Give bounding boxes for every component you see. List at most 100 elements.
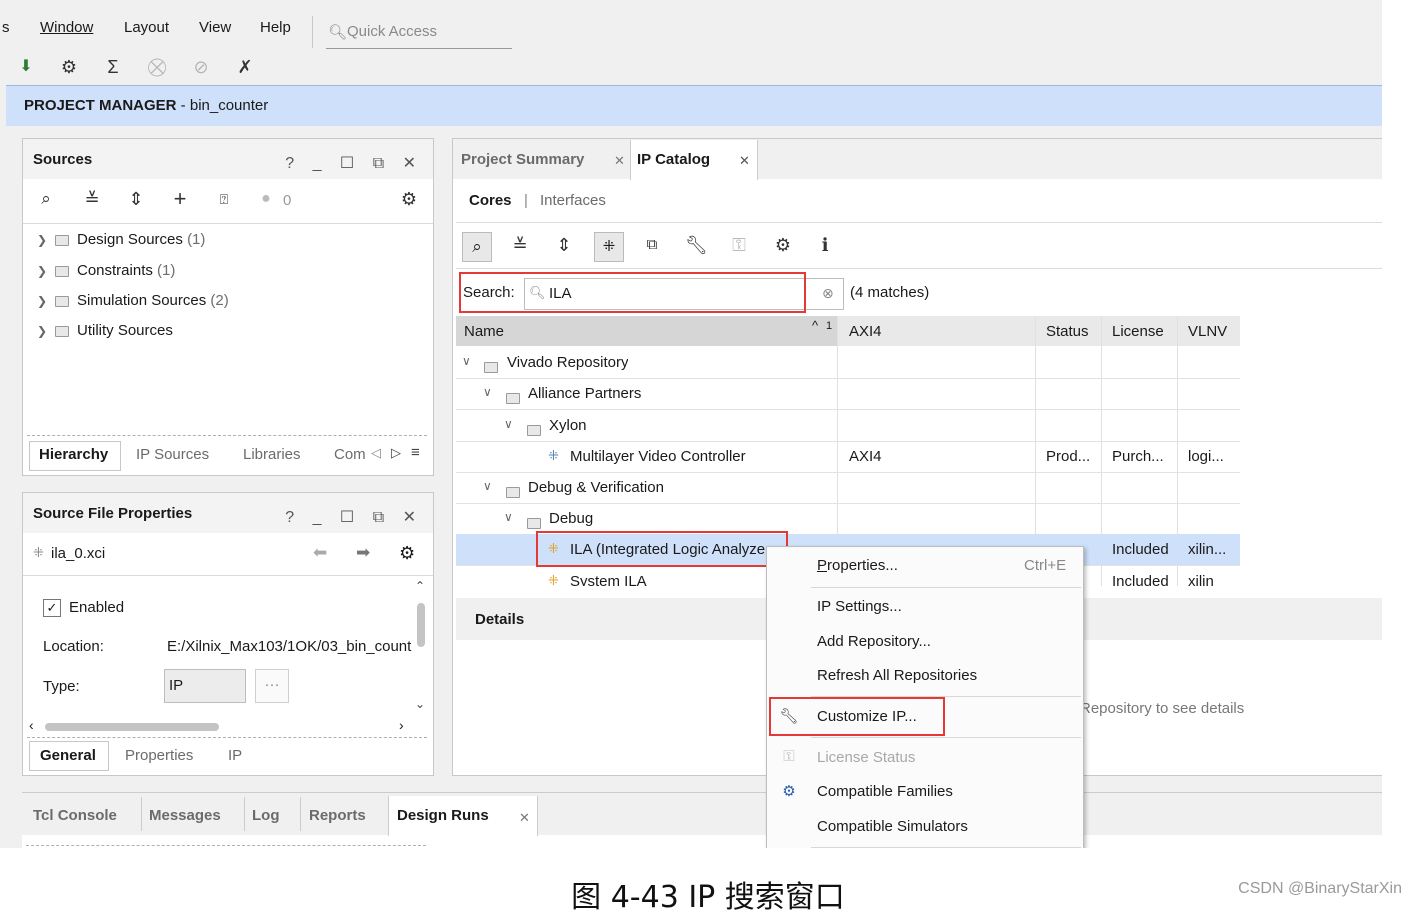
sigma-icon[interactable]: Σ <box>102 56 124 78</box>
add-icon[interactable]: + <box>169 188 191 210</box>
tree-item-constraints[interactable]: ❯ Constraints (1) <box>37 262 175 292</box>
settings-gear-icon[interactable]: ⚙ <box>399 543 415 564</box>
menu-layout[interactable]: Layout <box>124 19 169 36</box>
menu-item-cut[interactable]: s <box>2 19 10 36</box>
expand-all-icon[interactable]: ⇕ <box>553 234 575 256</box>
cross-tool-icon[interactable]: ✗ <box>234 56 256 78</box>
scroll-right-icon[interactable]: › <box>399 717 404 733</box>
tab-compile-order[interactable]: Com <box>334 446 366 463</box>
menu-compatible-families[interactable]: Compatible Families <box>817 783 953 800</box>
h-scrollbar-thumb[interactable] <box>45 723 219 731</box>
tab-interfaces[interactable]: Interfaces <box>540 192 606 209</box>
info-icon[interactable]: ℹ <box>814 234 836 256</box>
folder-glyph <box>527 517 541 529</box>
scroll-up-icon[interactable]: ⌃ <box>415 579 425 593</box>
chip-icon[interactable]: ⚙ <box>772 234 794 256</box>
close-design-runs-icon[interactable]: ✕ <box>519 810 530 826</box>
horizontal-scrollbar[interactable]: ‹ › <box>29 717 413 735</box>
enabled-checkbox[interactable]: ✓ <box>43 599 61 617</box>
menu-refresh-repositories[interactable]: Refresh All Repositories <box>817 667 977 684</box>
tab-tcl-console[interactable]: Tcl Console <box>33 807 117 824</box>
sources-toolbar: ⌕ ≚ ⇕ + ⍰ ● 0 ⚙ <box>23 179 433 219</box>
column-name[interactable]: Name <box>464 323 504 340</box>
forward-arrow-icon[interactable]: ➡ <box>356 543 370 563</box>
tab-ip-sources[interactable]: IP Sources <box>136 446 209 463</box>
tab-project-summary[interactable]: Project Summary <box>461 151 584 168</box>
tab-general[interactable]: General <box>40 747 96 764</box>
collapse-all-icon[interactable]: ≚ <box>509 234 531 256</box>
chevron-down-icon[interactable]: ∨ <box>504 510 513 524</box>
type-browse-button[interactable]: ··· <box>255 669 289 703</box>
tree-item-design-sources[interactable]: ❯ Design Sources (1) <box>37 231 205 261</box>
close-ip-catalog-icon[interactable]: ✕ <box>739 153 750 169</box>
tab-scroll-right-icon[interactable]: ▷ <box>391 445 401 461</box>
menu-compatible-simulators[interactable]: Compatible Simulators <box>817 818 968 835</box>
sort-ascending-icon[interactable]: ^ <box>812 318 818 333</box>
chevron-right-icon[interactable]: ❯ <box>37 294 51 308</box>
chevron-right-icon[interactable]: ❯ <box>37 233 51 247</box>
gear-icon[interactable]: ⚙ <box>58 56 80 78</box>
table-row[interactable]: ⁜ Multilayer Video Controller AXI4 Prod.… <box>456 441 1240 473</box>
tree-item-utility-sources[interactable]: ❯ Utility Sources <box>37 322 173 352</box>
table-row[interactable]: ∨ Xylon <box>456 410 1240 442</box>
column-status[interactable]: Status <box>1046 323 1089 340</box>
chevron-down-icon[interactable]: ∨ <box>462 354 471 368</box>
tab-reports[interactable]: Reports <box>309 807 366 824</box>
wrench-icon[interactable]: 🔧︎ <box>685 234 708 256</box>
table-row[interactable]: ∨ Alliance Partners <box>456 378 1240 410</box>
chevron-down-icon[interactable]: ∨ <box>504 417 513 431</box>
back-arrow-icon[interactable]: ⬅ <box>313 543 327 563</box>
help-file-icon[interactable]: ⍰ <box>213 188 235 210</box>
run-icon[interactable]: ⬇ <box>15 56 37 78</box>
column-vlnv[interactable]: VLNV <box>1188 323 1227 340</box>
tab-scroll-left-icon[interactable]: ◁ <box>371 445 381 461</box>
properties-window-controls[interactable]: ? _ ☐ ⧉ ✕ <box>285 507 423 527</box>
menu-properties[interactable]: Properties... <box>817 557 898 574</box>
tab-messages[interactable]: Messages <box>149 807 221 824</box>
menu-add-repository[interactable]: Add Repository... <box>817 633 931 650</box>
search-icon[interactable]: ⌕ <box>462 232 492 262</box>
tab-libraries[interactable]: Libraries <box>243 446 301 463</box>
scroll-left-icon[interactable]: ‹ <box>29 717 34 733</box>
tab-design-runs[interactable]: Design Runs <box>397 807 489 824</box>
chevron-down-icon[interactable]: ∨ <box>483 385 492 399</box>
properties-divider <box>23 575 433 576</box>
properties-shortcut: Ctrl+E <box>1024 557 1067 574</box>
chevron-right-icon[interactable]: ❯ <box>37 264 51 278</box>
tab-ip[interactable]: IP <box>228 747 242 764</box>
settings-gear-icon[interactable]: ⚙ <box>398 188 420 210</box>
properties-tab-divider <box>27 737 427 738</box>
vertical-scrollbar[interactable]: ⌃ ⌄ <box>413 579 429 719</box>
row-name: Debug & Verification <box>528 479 664 496</box>
clear-search-icon[interactable]: ⊗ <box>822 285 834 302</box>
menu-ip-settings[interactable]: IP Settings... <box>817 598 902 615</box>
quick-access-field[interactable]: 🔍︎ Quick Access <box>326 16 512 49</box>
tree-item-simulation-sources[interactable]: ❯ Simulation Sources (2) <box>37 292 229 322</box>
expand-all-icon[interactable]: ⇕ <box>125 188 147 210</box>
chevron-right-icon[interactable]: ❯ <box>37 324 51 338</box>
collapse-all-icon[interactable]: ≚ <box>81 188 103 210</box>
tab-cores[interactable]: Cores <box>469 192 512 209</box>
sources-window-controls[interactable]: ? _ ☐ ⧉ ✕ <box>285 153 423 173</box>
search-icon[interactable]: ⌕ <box>35 188 57 210</box>
status-dot-icon: ● <box>261 190 271 207</box>
details-title: Details <box>475 611 525 628</box>
table-row[interactable]: ∨ Debug & Verification <box>456 472 1240 504</box>
tab-hierarchy[interactable]: Hierarchy <box>39 446 108 463</box>
tab-log[interactable]: Log <box>252 807 280 824</box>
menu-view[interactable]: View <box>199 19 231 36</box>
tab-ip-catalog[interactable]: IP Catalog <box>637 151 710 168</box>
menu-window[interactable]: Window <box>40 19 93 36</box>
column-license[interactable]: License <box>1112 323 1164 340</box>
close-project-summary-icon[interactable]: ✕ <box>614 153 625 169</box>
table-row[interactable]: ∨ Vivado Repository <box>456 347 1240 379</box>
hierarchy-icon[interactable]: ⧉ <box>641 234 663 256</box>
scrollbar-thumb[interactable] <box>417 603 425 647</box>
menu-help[interactable]: Help <box>260 19 291 36</box>
ip-filter-icon[interactable]: ⁜ <box>594 232 624 262</box>
tab-properties[interactable]: Properties <box>125 747 193 764</box>
tab-menu-icon[interactable]: ≡ <box>411 444 420 461</box>
scroll-down-icon[interactable]: ⌄ <box>415 697 425 711</box>
chevron-down-icon[interactable]: ∨ <box>483 479 492 493</box>
column-axi4[interactable]: AXI4 <box>849 323 882 340</box>
